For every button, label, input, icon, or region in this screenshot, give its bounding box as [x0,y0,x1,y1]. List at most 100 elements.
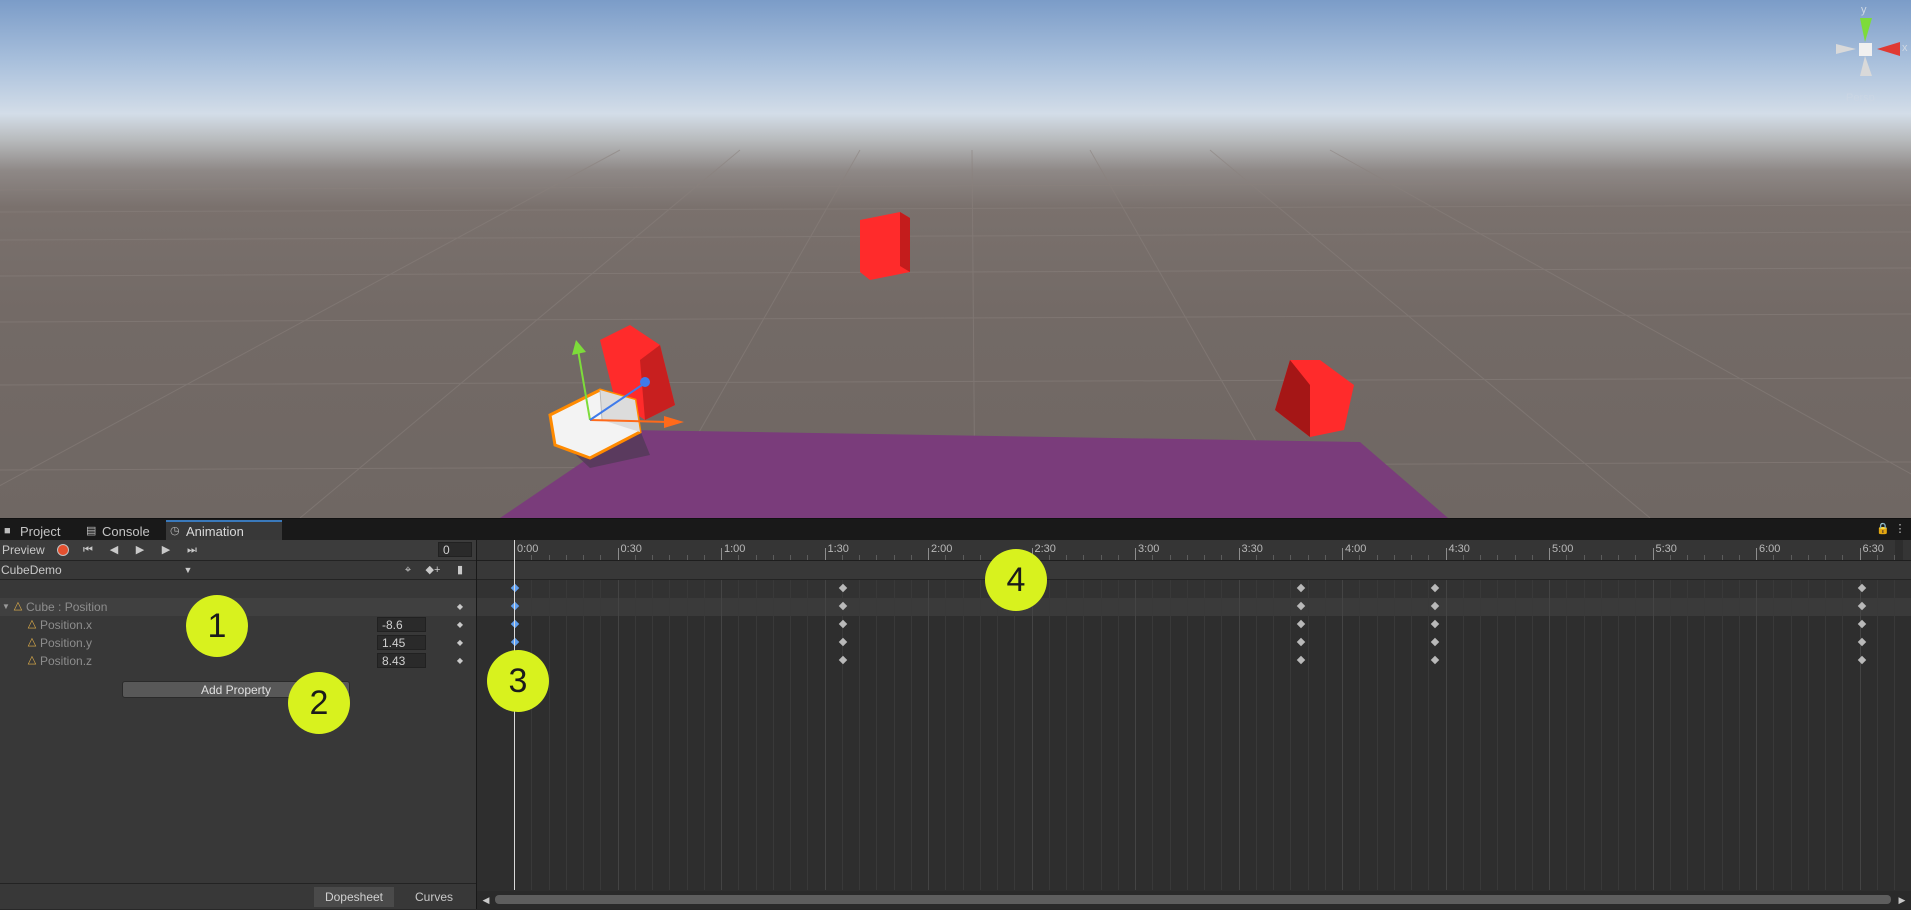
keyframe-diamond[interactable] [838,637,848,647]
grid-line [1773,580,1775,890]
keyframe-diamond[interactable] [1430,637,1440,647]
property-value-field[interactable]: 8.43 [377,653,426,668]
play-icon[interactable]: ▶ [130,542,150,558]
add-keyframe-icon[interactable]: ◆+ [424,562,442,578]
scene-view[interactable]: y x Persp [0,0,1911,518]
record-button[interactable] [57,544,69,556]
property-row-z[interactable]: △ Position.z 8.43 ◆ [0,652,476,670]
dopesheet-area[interactable]: 0:00 0:30 1:00 1:30 2:00 2:30 3:00 3:30 4:00 4:30… [477,540,1911,909]
keyframe-diamond[interactable] [838,655,848,665]
tab-project-label: Project [20,524,61,539]
lock-icon[interactable]: 🔒 [1876,521,1890,537]
property-value-field[interactable]: -8.6 [377,617,426,632]
grid-line [1100,580,1102,890]
keyframe-toggle-icon[interactable]: ◆ [453,599,467,615]
playhead[interactable] [514,540,515,890]
minor-tick [807,555,809,560]
keyframe-diamond[interactable] [1296,655,1306,665]
timeline-ruler[interactable]: 0:00 0:30 1:00 1:30 2:00 2:30 3:00 3:30 4:00 4:30… [477,540,1911,561]
keyframe-diamond[interactable] [1296,637,1306,647]
grid-line [738,580,740,890]
minor-tick [1048,555,1050,560]
clip-name: CubeDemo [1,563,62,577]
clip-dropdown[interactable]: CubeDemo ▼ [0,561,198,579]
tick-mark [1445,548,1447,560]
keyframe-diamond[interactable] [1430,619,1440,629]
persp-label[interactable]: Persp [1846,92,1875,104]
minor-tick [1083,555,1085,560]
keyframe-toggle-icon[interactable]: ◆ [453,653,467,669]
scroll-right-icon[interactable]: ▶ [1897,892,1907,908]
curves-tab[interactable]: Curves [394,887,474,907]
minor-tick [1290,555,1292,560]
minor-tick [1876,555,1878,560]
group-lane [477,598,1911,616]
grid-line [1169,580,1171,890]
clip-row: CubeDemo ▼ ⌖ ◆+ ▮ [0,561,476,580]
previous-keyframe-icon[interactable]: ◀ [104,542,124,558]
minor-tick [1687,555,1688,560]
grid-line [979,580,981,890]
minor-tick [1100,555,1102,560]
summary-lane [477,580,1911,598]
minor-tick [841,555,843,560]
keyframe-target-icon[interactable]: ⌖ [400,562,416,578]
scene-render [0,18,1911,518]
tick-mark [1549,548,1550,560]
frame-field[interactable]: 0 [438,542,472,557]
tab-animation[interactable]: ◷ Animation [166,520,282,541]
minor-tick [1807,555,1809,560]
keyframe-toggle-icon[interactable]: ◆ [453,617,467,633]
minor-tick [876,555,878,560]
grid-line [1687,580,1688,890]
preview-toggle[interactable]: Preview [2,543,45,557]
expand-arrow-icon[interactable]: ▼ [1,599,11,615]
keyframe-diamond[interactable] [1296,619,1306,629]
keyframe-diamond[interactable] [838,619,848,629]
minor-tick [634,555,636,560]
keyframe-diamond[interactable] [510,619,520,629]
ruler-end [1895,540,1903,560]
minor-tick [790,555,791,560]
property-value-field[interactable]: 1.45 [377,635,426,650]
grid-line [600,580,602,890]
minor-tick [1600,555,1602,560]
scroll-left-icon[interactable]: ◀ [481,892,491,908]
grid-line [1635,580,1637,890]
minor-tick [1255,555,1257,560]
minor-tick [1704,555,1706,560]
minor-tick [1583,555,1585,560]
event-lane[interactable] [477,561,1911,580]
first-keyframe-icon[interactable]: ⏮ [78,542,98,558]
last-keyframe-icon[interactable]: ⏭ [182,542,202,558]
minor-tick [910,555,912,560]
tick-label: 6:00 [1759,543,1781,555]
keyframe-diamond[interactable] [1430,655,1440,665]
scrollbar-thumb[interactable] [495,895,1891,904]
grid-line [583,580,584,890]
grid-line [1290,580,1292,890]
grid-line [531,580,533,890]
tick-label: 0:30 [620,543,642,555]
tick-mark [1342,548,1343,560]
tick-mark [617,548,619,560]
keyframe-toggle-icon[interactable]: ◆ [453,635,467,651]
transform-icon: △ [13,600,23,612]
property-name: Position.y [40,636,93,650]
tick-label: 1:30 [827,543,849,555]
keyframe-diamond[interactable] [510,637,520,647]
dopesheet-tab[interactable]: Dopesheet [314,887,394,907]
tick-mark [1756,548,1757,560]
grid-line [1669,580,1671,890]
tick-label: 2:00 [931,543,953,555]
minor-tick [1376,555,1378,560]
next-keyframe-icon[interactable]: ▶ [156,542,176,558]
minor-tick [755,555,757,560]
minor-tick [1531,555,1533,560]
grid-line [669,580,671,890]
horizontal-scrollbar[interactable]: ◀ ▶ [477,891,1911,909]
grid-line [652,580,653,890]
more-options-icon[interactable]: ⋮ [1894,521,1906,537]
minor-tick [531,555,533,560]
add-event-icon[interactable]: ▮ [452,562,468,578]
